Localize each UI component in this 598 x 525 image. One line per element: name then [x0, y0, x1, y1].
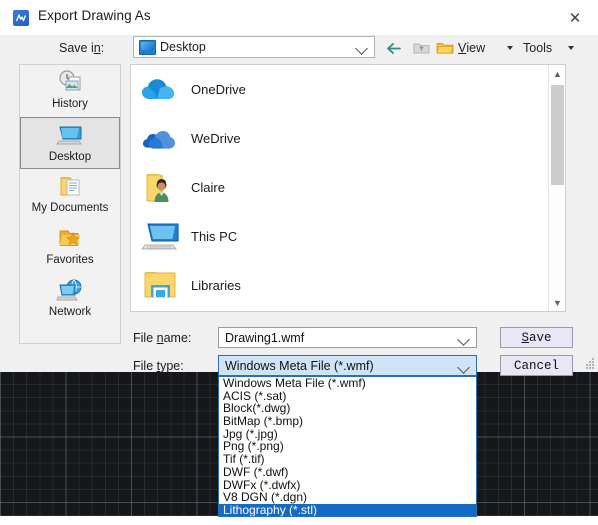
scroll-down-icon[interactable]: ▼: [549, 294, 565, 311]
list-item-label: OneDrive: [191, 82, 246, 97]
export-drawing-as-window: Export Drawing As ✕ Save in: Desktop V i…: [0, 0, 598, 525]
place-label: Favorites: [46, 254, 94, 266]
place-label: My Documents: [31, 202, 109, 214]
dropdown-option[interactable]: Tif (*.tif): [219, 453, 476, 466]
file-name-input[interactable]: Drawing1.wmf: [218, 327, 477, 348]
scroll-up-icon[interactable]: ▲: [549, 65, 565, 82]
resize-grip[interactable]: [586, 358, 595, 370]
list-item-label: This PC: [191, 229, 238, 244]
places-bar: History Desktop My Documents Favorites N…: [19, 64, 121, 344]
close-icon[interactable]: ✕: [565, 9, 585, 27]
view-menu-button[interactable]: View: [458, 38, 485, 58]
cancel-button[interactable]: Cancel: [500, 355, 573, 376]
place-item-my-documents[interactable]: My Documents: [20, 169, 120, 221]
file-type-value: Windows Meta File (*.wmf): [225, 359, 374, 373]
chevron-down-icon[interactable]: [457, 333, 470, 346]
dropdown-option[interactable]: Windows Meta File (*.wmf): [219, 377, 476, 390]
dropdown-option[interactable]: Lithography (*.stl): [219, 504, 476, 516]
file-type-label: File type:: [133, 359, 184, 373]
network-globe-icon: [55, 277, 85, 305]
libraries-folder-icon: [139, 265, 185, 307]
place-item-desktop[interactable]: Desktop: [20, 117, 120, 169]
file-name-value: Drawing1.wmf: [225, 331, 305, 345]
dropdown-option[interactable]: V8 DGN (*.dgn): [219, 491, 476, 504]
dropdown-option[interactable]: BitMap (*.bmp): [219, 415, 476, 428]
list-item-label: Claire: [191, 180, 225, 195]
user-folder-icon: [139, 167, 185, 209]
up-folder-icon[interactable]: [410, 38, 432, 58]
dialog-titlebar: Export Drawing As ✕: [0, 0, 598, 35]
file-name-label: File name:: [133, 331, 192, 345]
list-item[interactable]: OneDrive: [131, 65, 565, 114]
file-type-dropdown-list[interactable]: Windows Meta File (*.wmf) ACIS (*.sat) Blo…: [218, 376, 477, 517]
chevron-down-icon[interactable]: [355, 42, 368, 55]
dialog-toolbar: Save in: Desktop V iew Tools: [0, 35, 598, 65]
file-list-scrollbar[interactable]: ▲ ▼: [548, 65, 565, 311]
favorites-star-folder-icon: [55, 225, 85, 253]
desktop-monitor-icon: [139, 40, 156, 55]
wedrive-cloud-icon: [139, 118, 185, 160]
list-item[interactable]: Libraries: [131, 261, 565, 310]
file-type-combo[interactable]: Windows Meta File (*.wmf): [218, 355, 477, 376]
list-item-label: WeDrive: [191, 131, 241, 146]
new-folder-icon[interactable]: [434, 38, 456, 58]
place-label: Network: [48, 306, 92, 318]
desktop-monitor-icon: [55, 122, 85, 150]
export-dialog: Export Drawing As ✕ Save in: Desktop V i…: [0, 0, 598, 376]
place-item-favorites[interactable]: Favorites: [20, 221, 120, 273]
dialog-title: Export Drawing As: [38, 8, 151, 23]
list-item[interactable]: WeDrive: [131, 114, 565, 163]
place-label: History: [52, 98, 88, 110]
tools-menu-button[interactable]: Tools: [523, 38, 552, 58]
list-item[interactable]: This PC: [131, 212, 565, 261]
my-documents-folder-icon: [55, 173, 85, 201]
tools-dropdown-arrow-icon[interactable]: [564, 38, 578, 58]
list-item[interactable]: Claire: [131, 163, 565, 212]
file-list[interactable]: OneDrive WeDrive Claire This PC Librarie…: [130, 64, 566, 312]
list-item-label: Libraries: [191, 278, 241, 293]
onedrive-cloud-icon: [139, 69, 185, 111]
save-in-combo[interactable]: Desktop: [133, 36, 375, 58]
save-in-label: Save in:: [59, 41, 105, 55]
chevron-down-icon[interactable]: [457, 361, 470, 374]
back-arrow-icon[interactable]: [384, 38, 404, 58]
history-clock-icon: [55, 69, 85, 97]
save-button[interactable]: Save: [500, 327, 573, 348]
place-item-network[interactable]: Network: [20, 273, 120, 325]
place-item-history[interactable]: History: [20, 65, 120, 117]
scrollbar-thumb[interactable]: [551, 85, 564, 185]
dropdown-option[interactable]: DWF (*.dwf): [219, 466, 476, 479]
this-pc-monitor-icon: [139, 216, 185, 258]
app-logo-icon: [13, 10, 29, 26]
view-dropdown-arrow-icon[interactable]: [503, 38, 517, 58]
save-in-value: Desktop: [160, 40, 206, 54]
place-label: Desktop: [48, 151, 92, 163]
